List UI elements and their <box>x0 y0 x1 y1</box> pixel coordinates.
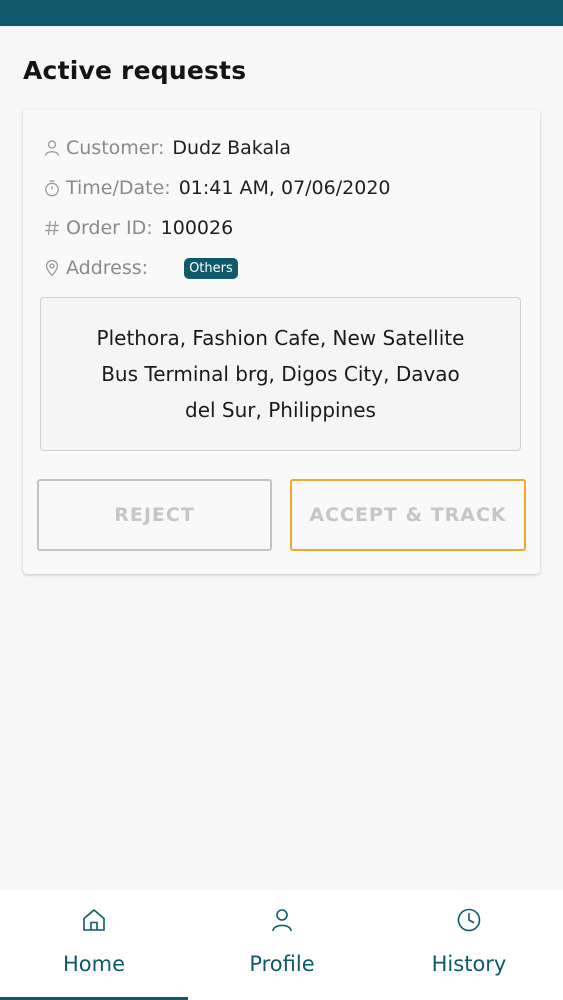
order-label: Order ID: <box>66 217 153 239</box>
nav-home[interactable]: Home <box>0 890 188 1000</box>
clock-icon <box>375 906 563 936</box>
nav-profile-label: Profile <box>249 952 315 976</box>
address-box: Plethora, Fashion Cafe, New Satellite Bu… <box>40 297 521 451</box>
home-icon <box>0 906 188 936</box>
reject-button[interactable]: REJECT <box>37 479 272 551</box>
page-title: Active requests <box>23 56 247 85</box>
address-label: Address: <box>66 257 149 279</box>
order-value: 100026 <box>160 217 234 239</box>
address-text: Plethora, Fashion Cafe, New Satellite Bu… <box>96 326 465 422</box>
customer-row: Customer: Dudz Bakala <box>42 135 291 161</box>
nav-home-label: Home <box>62 952 125 976</box>
customer-label: Customer: <box>66 137 165 159</box>
person-icon <box>42 138 62 158</box>
stopwatch-icon <box>42 178 62 198</box>
nav-history-label: History <box>431 952 507 976</box>
bottom-nav: Home Profile History <box>0 890 563 1000</box>
nav-history[interactable]: History <box>375 890 563 1000</box>
status-bar <box>0 0 563 26</box>
time-label: Time/Date: <box>66 177 171 199</box>
address-row: Address: Others <box>42 255 238 281</box>
time-value: 01:41 AM, 07/06/2020 <box>178 177 391 199</box>
accept-track-button[interactable]: ACCEPT & TRACK <box>290 479 526 551</box>
address-type-badge: Others <box>184 257 238 279</box>
customer-value: Dudz Bakala <box>172 137 292 159</box>
request-card: Customer: Dudz Bakala Time/Date: 01:41 A… <box>23 110 540 574</box>
location-pin-icon <box>42 258 62 278</box>
nav-profile[interactable]: Profile <box>188 890 376 1000</box>
time-row: Time/Date: 01:41 AM, 07/06/2020 <box>42 175 391 201</box>
hash-icon <box>42 218 62 238</box>
person-icon <box>188 906 376 936</box>
order-row: Order ID: 100026 <box>42 215 233 241</box>
